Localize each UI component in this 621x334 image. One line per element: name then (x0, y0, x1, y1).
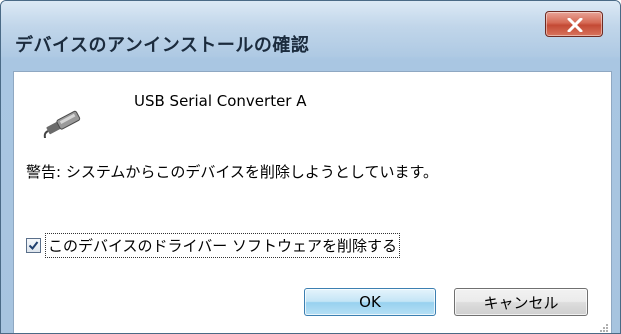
delete-driver-option[interactable]: このデバイスのドライバー ソフトウェアを削除する (26, 232, 401, 258)
dialog-window: デバイスのアンインストールの確認 USB Serial Converter A … (0, 0, 621, 334)
close-button[interactable] (545, 11, 603, 37)
delete-driver-label[interactable]: このデバイスのドライバー ソフトウェアを削除する (45, 232, 401, 258)
device-name: USB Serial Converter A (134, 92, 307, 110)
resize-grip-icon[interactable] (599, 323, 609, 333)
warning-message: 警告: システムからこのデバイスを削除しようとしています。 (26, 163, 438, 181)
cancel-button[interactable]: キャンセル (454, 288, 588, 316)
window-title: デバイスのアンインストールの確認 (15, 35, 310, 56)
title-bar[interactable]: デバイスのアンインストールの確認 (1, 1, 620, 57)
usb-plug-icon (43, 110, 81, 138)
ok-button[interactable]: OK (304, 288, 436, 316)
checkmark-icon (28, 240, 39, 250)
dialog-content: USB Serial Converter A 警告: システムからこのデバイスを… (13, 71, 612, 333)
close-icon (567, 18, 583, 32)
delete-driver-checkbox[interactable] (26, 237, 41, 253)
